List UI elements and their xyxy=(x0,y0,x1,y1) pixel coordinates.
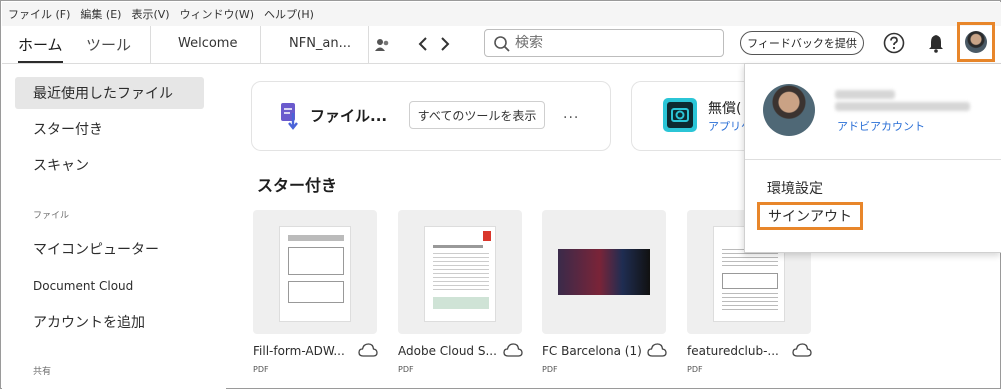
tab-document[interactable]: NFN_an... xyxy=(289,36,351,51)
sign-out-menu-item[interactable]: サインアウト xyxy=(757,202,863,230)
menu-help[interactable]: ヘルプ(H) xyxy=(264,6,314,22)
feedback-button[interactable]: フィードバックを提供 xyxy=(740,31,864,55)
menu-file[interactable]: ファイル (F) xyxy=(8,6,70,22)
tab-tools[interactable]: ツール xyxy=(86,34,131,55)
starred-section-title: スター付き xyxy=(257,176,338,195)
more-options-icon[interactable]: ... xyxy=(563,106,579,122)
redacted-user-email xyxy=(835,102,970,111)
cloud-icon xyxy=(358,343,378,357)
sidebar-heading-files: ファイル xyxy=(33,211,70,221)
sidebar-item-recent[interactable]: 最近使用したファイル xyxy=(15,77,204,109)
tab-welcome[interactable]: Welcome xyxy=(178,36,237,51)
tab-home[interactable]: ホーム xyxy=(18,34,63,63)
search-icon xyxy=(494,36,510,52)
menu-divider xyxy=(745,159,1001,160)
file-name[interactable]: Adobe Cloud S... xyxy=(398,344,504,358)
tab-divider xyxy=(260,26,261,63)
account-menu: アドビアカウント 環境設定 サインアウト xyxy=(744,63,1001,253)
menu-edit[interactable]: 編集 (E) xyxy=(80,6,121,22)
scan-app-icon xyxy=(663,98,697,132)
menu-bar: ファイル (F) 編集 (E) 表示(V) ウィンドウ(W) ヘルプ(H) xyxy=(2,2,1001,26)
search-box[interactable] xyxy=(484,29,724,57)
sidebar-item-my-computer[interactable]: マイコンピューター xyxy=(15,233,204,265)
adobe-account-link[interactable]: アドビアカウント xyxy=(837,118,925,134)
file-type: PDF xyxy=(687,365,703,374)
sidebar: 最近使用したファイル スター付き スキャン ファイル マイコンピューター Doc… xyxy=(2,65,226,389)
preferences-menu-item[interactable]: 環境設定 xyxy=(767,178,823,198)
menu-view[interactable]: 表示(V) xyxy=(131,6,169,22)
cloud-icon xyxy=(647,343,667,357)
tools-card-title: ファイル... xyxy=(310,107,388,125)
promo-card-title: 無償( xyxy=(708,101,742,117)
sidebar-heading-shared: 共有 xyxy=(33,367,52,377)
file-type: PDF xyxy=(542,365,558,374)
file-thumbnail[interactable] xyxy=(542,210,666,334)
document-preview xyxy=(424,226,496,322)
search-input[interactable] xyxy=(515,33,715,53)
tab-divider xyxy=(150,26,151,63)
file-type: PDF xyxy=(398,365,414,374)
sidebar-item-scan[interactable]: スキャン xyxy=(15,149,204,181)
sidebar-item-document-cloud[interactable]: Document Cloud xyxy=(15,270,204,302)
team-photo-preview xyxy=(558,249,650,295)
account-avatar-button[interactable] xyxy=(957,22,995,62)
cloud-icon xyxy=(792,343,812,357)
file-name[interactable]: FC Barcelona (1) xyxy=(542,344,648,358)
view-all-tools-button[interactable]: すべてのツールを表示 xyxy=(409,101,545,129)
menu-window[interactable]: ウィンドウ(W) xyxy=(180,6,254,22)
sidebar-item-add-account[interactable]: アカウントを追加 xyxy=(15,306,204,338)
file-type: PDF xyxy=(253,365,269,374)
tools-card: ファイル... すべてのツールを表示 ... xyxy=(251,81,611,151)
shared-people-icon[interactable] xyxy=(374,36,392,54)
avatar xyxy=(965,31,987,53)
promo-card: 無償( アプリケ xyxy=(631,81,761,151)
account-avatar xyxy=(763,84,815,136)
tab-bar: ホーム ツール Welcome NFN_an... フィードバックを提供 xyxy=(2,22,1001,64)
file-name[interactable]: featuredclub-... xyxy=(687,344,793,358)
sidebar-item-starred[interactable]: スター付き xyxy=(15,113,204,145)
redacted-user-name xyxy=(835,90,895,99)
document-preview xyxy=(279,226,351,322)
notification-bell-icon[interactable] xyxy=(926,33,946,53)
file-thumbnail[interactable] xyxy=(398,210,522,334)
back-arrow-icon[interactable] xyxy=(414,34,432,54)
tab-divider xyxy=(368,26,369,63)
cloud-icon xyxy=(503,343,523,357)
app-window: ファイル (F) 編集 (E) 表示(V) ウィンドウ(W) ヘルプ(H) ホー… xyxy=(0,0,1001,389)
file-name[interactable]: Fill-form-ADW... xyxy=(253,344,359,358)
file-thumbnail[interactable] xyxy=(253,210,377,334)
file-tool-icon xyxy=(281,103,298,130)
help-icon[interactable] xyxy=(883,32,905,54)
forward-arrow-icon[interactable] xyxy=(436,34,454,54)
